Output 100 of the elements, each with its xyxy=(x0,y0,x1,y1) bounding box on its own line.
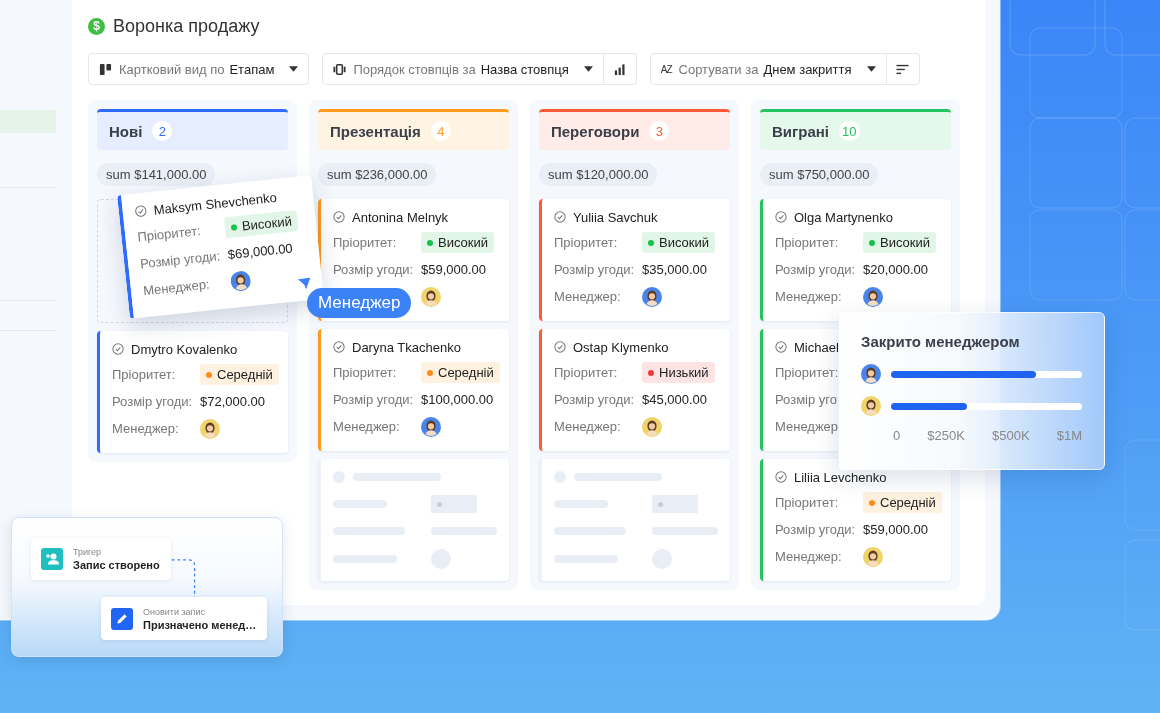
deal-amount: $59,000.00 xyxy=(863,522,930,537)
column-title: Нові xyxy=(109,122,143,140)
contact-name: Michael xyxy=(794,339,839,355)
deal-amount: $45,000.00 xyxy=(642,392,709,407)
card-title: Закрито менеджером xyxy=(861,333,1021,350)
field-label: Пріоритет: xyxy=(333,235,398,250)
field-label: Пріоритет: xyxy=(333,365,398,380)
deal-amount: $20,000.00 xyxy=(863,262,930,277)
priority-tag: Середній xyxy=(863,492,942,513)
toolbar-dropdown[interactable]: AZ Сортувати за Днем закриття xyxy=(649,53,887,85)
field-label: Менеджер: xyxy=(112,421,180,436)
sum-pill: sum $750,000.00 xyxy=(760,163,879,186)
deal-card[interactable]: Yuliia Savchuk Пріоритет: Високий Розмір угоди: $35,000.00 Менеджер: xyxy=(539,199,730,321)
field-label: Розмір угоди: xyxy=(139,247,222,272)
contact-name: Antonina Melnyk xyxy=(352,209,449,225)
deal-card[interactable]: Liliia Levchenko Пріоритет: Середній Розмір угоди: $59,000.00 Менеджер: xyxy=(760,459,951,581)
count-badge: 10 xyxy=(839,121,860,141)
contact-name: Daryna Tkachenko xyxy=(352,339,461,355)
check-circle-icon xyxy=(333,211,345,223)
field-label: Розмір угоди: xyxy=(333,392,415,407)
field-label: Пріоритет: xyxy=(136,222,203,245)
action-node[interactable]: Оновити запис Призначено менед… xyxy=(101,597,267,640)
priority-tag: Середній xyxy=(200,364,279,385)
column-header[interactable]: Виграні 10 xyxy=(760,109,951,150)
toolbar-dropdown[interactable]: Порядок стовпців за Назва стовпця xyxy=(322,53,604,85)
column-title: Презентація xyxy=(330,122,421,140)
sort-button[interactable] xyxy=(886,53,920,85)
deal-amount: $35,000.00 xyxy=(642,262,709,277)
count-badge: 3 xyxy=(649,121,670,141)
dollar-icon: $ xyxy=(88,17,105,35)
priority-tag: Високий xyxy=(863,232,937,253)
field-label: Розмір угоди: xyxy=(775,522,857,537)
sum-pill: sum $120,000.00 xyxy=(539,163,658,186)
axis-label: $1M xyxy=(1056,428,1082,443)
field-label: Менеджер xyxy=(775,419,840,434)
deal-card[interactable]: Ostap Klymenko Пріоритет: Низький Розмір угоди: $45,000.00 Менеджер: xyxy=(539,329,730,451)
column-title: Переговори xyxy=(551,122,640,140)
field-label: Розмір уго xyxy=(775,392,838,407)
contact-name: Ostap Klymenko xyxy=(573,339,669,355)
field-label: Розмір угоди: xyxy=(333,262,415,277)
caret-icon xyxy=(866,66,876,72)
column-header[interactable]: Презентація 4 xyxy=(318,109,509,150)
node-caption: Тригер xyxy=(73,547,103,557)
field-label: Менеджер: xyxy=(142,275,212,299)
deal-card[interactable]: Olga Martynenko Пріоритет: Високий Розмір угоди: $20,000.00 Менеджер: xyxy=(760,199,951,321)
check-circle-icon xyxy=(775,211,787,223)
check-circle-icon xyxy=(333,341,345,353)
field-label: Розмір угоди: xyxy=(775,262,857,277)
bar-chart-icon xyxy=(613,62,627,76)
trigger-node[interactable]: Тригер Запис створено xyxy=(31,538,171,580)
sort-alpha-icon: AZ xyxy=(660,63,672,75)
field-label: Менеджер: xyxy=(775,549,843,564)
node-caption: Оновити запис xyxy=(143,606,206,617)
field-label: Менеджер: xyxy=(775,289,843,304)
cursor-label: Менеджер xyxy=(307,288,412,318)
check-circle-icon xyxy=(775,341,787,353)
caret-icon xyxy=(583,66,593,72)
axis-label: $250K xyxy=(927,428,965,443)
node-title: Призначено менед… xyxy=(143,618,257,631)
contact-name: Yuliia Savchuk xyxy=(573,209,658,225)
toolbar-dropdown[interactable]: Картковий вид по Етапам xyxy=(88,53,310,85)
field-label: Пріоритет: xyxy=(775,365,840,380)
contact-name: Dmytro Kovalenko xyxy=(131,341,238,357)
axis-label: 0 xyxy=(893,428,901,443)
sort-lines-icon xyxy=(896,62,909,76)
contact-name: Olga Martynenko xyxy=(794,209,893,225)
column-header[interactable]: Переговори 3 xyxy=(539,109,730,150)
axis-label: $500K xyxy=(992,428,1030,443)
chart-button[interactable] xyxy=(603,53,637,85)
field-label: Пріоритет: xyxy=(554,235,619,250)
field-label: Пріоритет: xyxy=(775,495,840,510)
field-label: Розмір угоди: xyxy=(112,394,194,409)
columns-icon xyxy=(333,62,347,76)
add-person-icon xyxy=(41,548,63,570)
priority-tag: Високий xyxy=(223,209,299,239)
field-label: Менеджер: xyxy=(333,419,401,434)
field-label: Менеджер: xyxy=(554,419,622,434)
count-badge: 4 xyxy=(430,121,451,141)
priority-tag: Високий xyxy=(642,232,716,253)
contact-name: Liliia Levchenko xyxy=(794,469,887,485)
priority-tag: Середній xyxy=(421,362,500,383)
field-label: Пріоритет: xyxy=(775,235,840,250)
column-title: Виграні xyxy=(772,122,830,140)
pencil-icon xyxy=(111,607,133,630)
caret-icon xyxy=(289,66,299,72)
check-circle-icon xyxy=(134,204,148,218)
priority-tag: Високий xyxy=(421,232,495,253)
column-header[interactable]: Нові 2 xyxy=(97,109,288,150)
count-badge: 2 xyxy=(152,121,173,141)
page-title: Воронка продажу xyxy=(113,15,260,37)
check-circle-icon xyxy=(775,471,787,483)
sum-pill: sum $141,000.00 xyxy=(97,163,216,186)
deal-amount: $59,000.00 xyxy=(421,262,488,277)
field-label: Менеджер: xyxy=(554,289,622,304)
deal-amount: $72,000.00 xyxy=(200,394,267,409)
priority-tag: Низький xyxy=(642,362,715,383)
deal-card[interactable]: Dmytro Kovalenko Пріоритет: Середній Розмір угоди: $72,000.00 Менеджер: xyxy=(97,331,288,453)
deal-amount: $100,000.00 xyxy=(421,392,495,407)
deal-card[interactable]: Daryna Tkachenko Пріоритет: Середній Розмір угоди: $100,000.00 Менеджер: xyxy=(318,329,509,451)
field-label: Пріоритет: xyxy=(554,365,619,380)
